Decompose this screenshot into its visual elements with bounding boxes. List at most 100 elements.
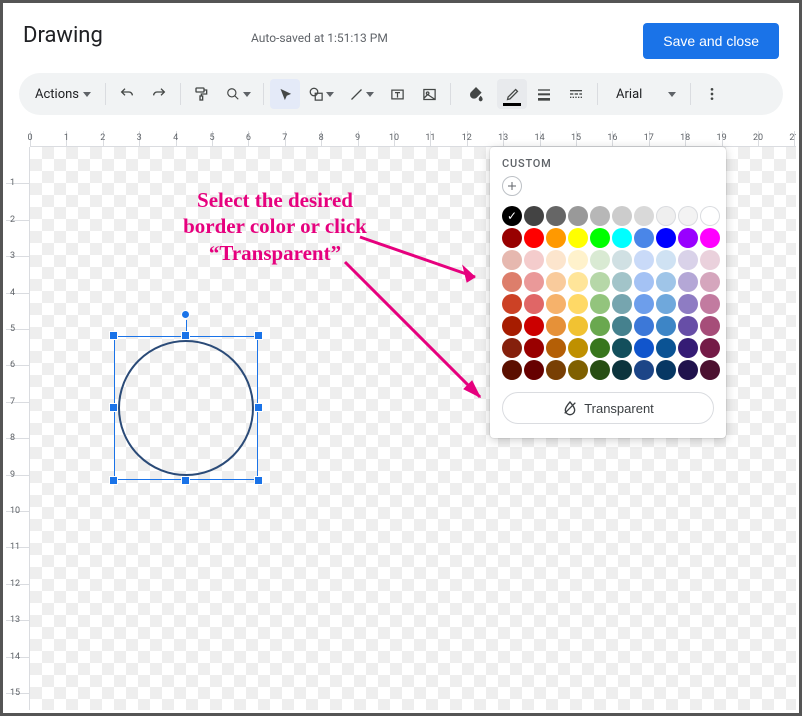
color-swatch[interactable] — [656, 206, 676, 226]
color-swatch[interactable] — [590, 294, 610, 314]
paint-format-button[interactable] — [187, 79, 217, 109]
image-tool[interactable] — [414, 79, 444, 109]
color-swatch[interactable] — [656, 228, 676, 248]
color-swatch[interactable]: ✓ — [502, 206, 522, 226]
color-swatch[interactable] — [700, 294, 720, 314]
color-swatch[interactable] — [502, 228, 522, 248]
color-swatch[interactable] — [634, 360, 654, 380]
color-swatch[interactable] — [568, 228, 588, 248]
color-swatch[interactable] — [524, 250, 544, 270]
redo-button[interactable] — [144, 79, 174, 109]
color-swatch[interactable] — [612, 250, 632, 270]
color-swatch[interactable] — [612, 316, 632, 336]
color-swatch[interactable] — [678, 228, 698, 248]
color-swatch[interactable] — [700, 316, 720, 336]
save-and-close-button[interactable]: Save and close — [643, 23, 779, 59]
color-swatch[interactable] — [678, 250, 698, 270]
color-swatch[interactable] — [502, 316, 522, 336]
color-swatch[interactable] — [524, 206, 544, 226]
color-swatch[interactable] — [590, 206, 610, 226]
color-swatch[interactable] — [568, 206, 588, 226]
more-menu[interactable] — [697, 79, 727, 109]
color-swatch[interactable] — [546, 316, 566, 336]
color-swatch[interactable] — [502, 272, 522, 292]
canvas[interactable]: Select the desired border color or click… — [30, 147, 796, 710]
color-swatch[interactable] — [590, 228, 610, 248]
undo-button[interactable] — [112, 79, 142, 109]
color-swatch[interactable] — [700, 228, 720, 248]
color-swatch[interactable] — [678, 360, 698, 380]
color-swatch[interactable] — [700, 272, 720, 292]
color-swatch[interactable] — [524, 338, 544, 358]
color-swatch[interactable] — [634, 250, 654, 270]
color-swatch[interactable] — [634, 316, 654, 336]
color-swatch[interactable] — [678, 338, 698, 358]
color-swatch[interactable] — [502, 250, 522, 270]
color-swatch[interactable] — [634, 338, 654, 358]
color-swatch[interactable] — [590, 250, 610, 270]
selected-shape[interactable] — [114, 336, 258, 480]
color-swatch[interactable] — [502, 338, 522, 358]
color-swatch[interactable] — [546, 360, 566, 380]
color-swatch[interactable] — [678, 294, 698, 314]
color-swatch[interactable] — [678, 316, 698, 336]
color-swatch[interactable] — [524, 360, 544, 380]
color-swatch[interactable] — [546, 294, 566, 314]
select-tool[interactable] — [270, 79, 300, 109]
color-swatch[interactable] — [568, 338, 588, 358]
transparent-button[interactable]: Transparent — [502, 392, 714, 424]
color-swatch[interactable] — [502, 360, 522, 380]
color-swatch[interactable] — [700, 250, 720, 270]
color-swatch[interactable] — [634, 206, 654, 226]
color-swatch[interactable] — [678, 272, 698, 292]
resize-handle-n[interactable] — [181, 331, 190, 340]
color-swatch[interactable] — [656, 360, 676, 380]
color-swatch[interactable] — [612, 228, 632, 248]
color-swatch[interactable] — [590, 316, 610, 336]
color-swatch[interactable] — [656, 250, 676, 270]
color-swatch[interactable] — [612, 338, 632, 358]
color-swatch[interactable] — [524, 294, 544, 314]
color-swatch[interactable] — [524, 272, 544, 292]
resize-handle-s[interactable] — [181, 476, 190, 485]
circle-shape[interactable] — [118, 340, 254, 476]
color-swatch[interactable] — [612, 272, 632, 292]
rotate-handle[interactable] — [181, 310, 190, 319]
color-swatch[interactable] — [546, 228, 566, 248]
color-swatch[interactable] — [656, 338, 676, 358]
color-swatch[interactable] — [590, 338, 610, 358]
color-swatch[interactable] — [634, 294, 654, 314]
textbox-tool[interactable] — [382, 79, 412, 109]
color-swatch[interactable] — [568, 316, 588, 336]
color-swatch[interactable] — [524, 228, 544, 248]
resize-handle-w[interactable] — [109, 403, 118, 412]
border-color-button[interactable] — [497, 79, 527, 109]
zoom-dropdown[interactable] — [219, 79, 257, 109]
line-tool[interactable] — [342, 79, 380, 109]
color-swatch[interactable] — [612, 206, 632, 226]
resize-handle-sw[interactable] — [109, 476, 118, 485]
color-swatch[interactable] — [656, 294, 676, 314]
color-swatch[interactable] — [546, 272, 566, 292]
resize-handle-ne[interactable] — [254, 331, 263, 340]
color-swatch[interactable] — [634, 272, 654, 292]
color-swatch[interactable] — [700, 338, 720, 358]
border-weight-button[interactable] — [529, 79, 559, 109]
color-swatch[interactable] — [568, 294, 588, 314]
color-swatch[interactable] — [568, 250, 588, 270]
resize-handle-e[interactable] — [254, 403, 263, 412]
color-swatch[interactable] — [700, 206, 720, 226]
color-swatch[interactable] — [634, 228, 654, 248]
color-swatch[interactable] — [612, 294, 632, 314]
resize-handle-se[interactable] — [254, 476, 263, 485]
color-swatch[interactable] — [590, 272, 610, 292]
color-swatch[interactable] — [546, 338, 566, 358]
color-swatch[interactable] — [568, 272, 588, 292]
color-swatch[interactable] — [524, 316, 544, 336]
color-swatch[interactable] — [590, 360, 610, 380]
color-swatch[interactable] — [700, 360, 720, 380]
color-swatch[interactable] — [656, 272, 676, 292]
color-swatch[interactable] — [546, 250, 566, 270]
color-swatch[interactable] — [678, 206, 698, 226]
color-swatch[interactable] — [656, 316, 676, 336]
